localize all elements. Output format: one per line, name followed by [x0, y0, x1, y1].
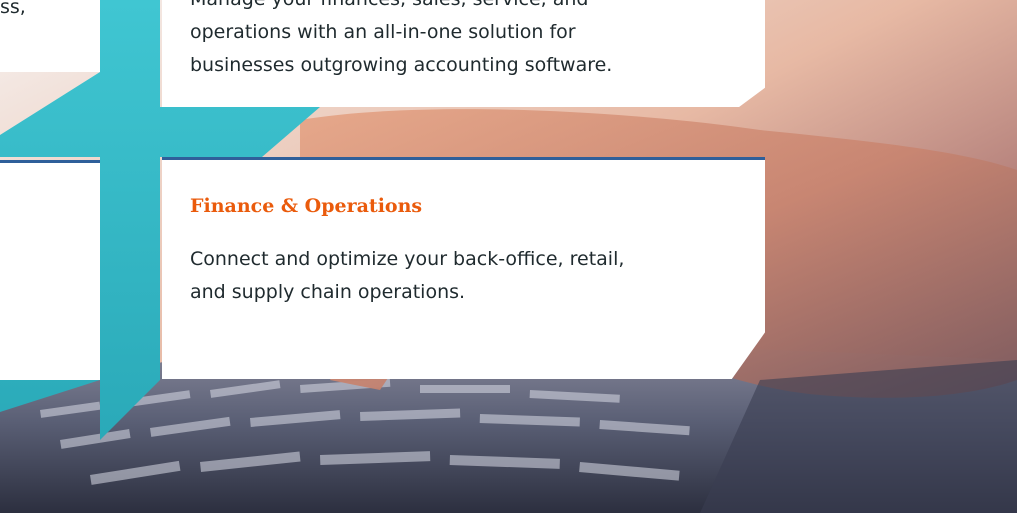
- description-line: operations with an all-in-one solution f…: [190, 21, 576, 43]
- product-card-finance-operations[interactable]: Finance & Operations Connect and optimiz…: [162, 157, 765, 379]
- product-description: Connect and optimize your back-office, r…: [190, 243, 765, 309]
- page-canvas: ss, Manage your finances, sales, service…: [0, 0, 1017, 513]
- left-card-top: ss,: [0, 0, 100, 72]
- product-card-business-central: Manage your finances, sales, service, an…: [162, 0, 765, 107]
- left-card-text-fragment: ss,: [0, 0, 26, 18]
- description-line: and supply chain operations.: [190, 281, 466, 303]
- left-card-bottom: [0, 160, 100, 380]
- description-line: businesses outgrowing accounting softwar…: [190, 54, 613, 76]
- description-line: Connect and optimize your back-office, r…: [190, 248, 625, 270]
- product-description: Manage your finances, sales, service, an…: [190, 0, 760, 82]
- product-title[interactable]: Finance & Operations: [190, 193, 765, 219]
- description-line: Manage your finances, sales, service, an…: [190, 0, 588, 10]
